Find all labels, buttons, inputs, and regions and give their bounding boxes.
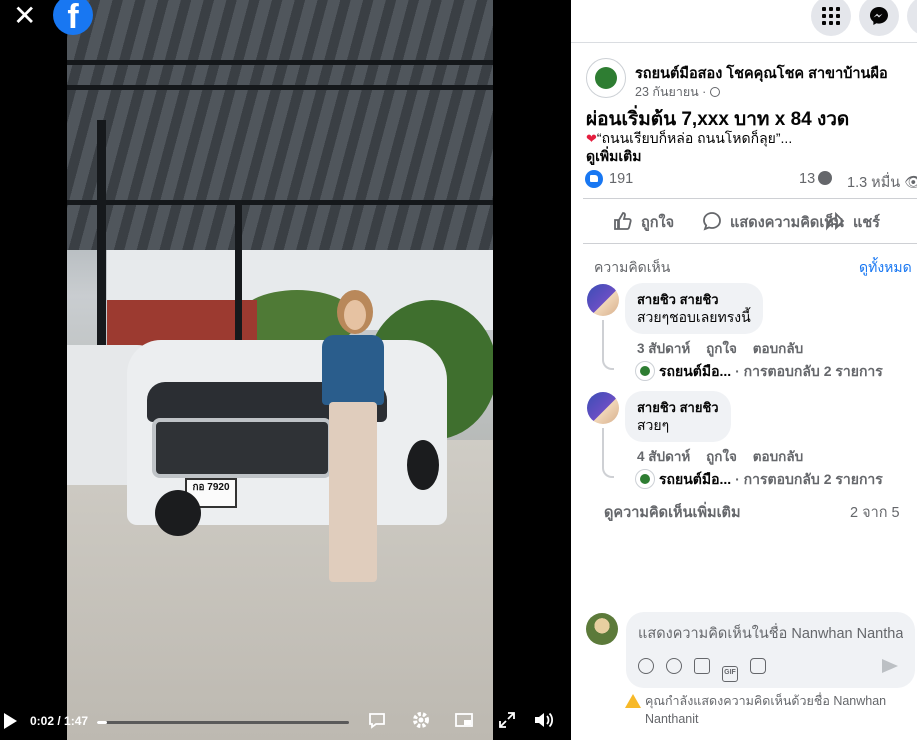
video-frame[interactable]: กอ 7920 (67, 0, 493, 740)
emoji-icon[interactable] (666, 658, 682, 674)
comment-count[interactable]: 13 (799, 171, 833, 187)
comments-count-indicator: 2 จาก 5 (850, 505, 900, 521)
globe-icon (710, 87, 721, 97)
comment-bubble-icon (818, 171, 833, 185)
view-count-text: 1.3 หมื่น (847, 175, 901, 191)
heart-icon: ❤ (586, 131, 597, 146)
video-time: 0:02 / 1:47 (30, 714, 89, 728)
sticker-icon[interactable] (750, 658, 766, 674)
comment-input[interactable]: แสดงความคิดเห็นในชื่อ Nanwhan Nanthanit (638, 622, 903, 645)
comment-composer[interactable]: แสดงความคิดเห็นในชื่อ Nanwhan Nanthanit … (626, 612, 915, 688)
reply-avatar (635, 361, 655, 381)
comment-time[interactable]: 3 สัปดาห์ (637, 341, 690, 356)
post-stats: 191 13 1.3 หมื่น 👁 (585, 170, 917, 191)
comment-like-button[interactable]: ถูกใจ (706, 341, 737, 356)
video-truck-grille (152, 418, 332, 478)
pip-icon[interactable] (453, 710, 475, 732)
video-wheel (155, 490, 201, 536)
video-presenter (317, 290, 387, 590)
reply-summary[interactable]: รถยนต์มือ... · การตอบกลับ 2 รายการ (635, 469, 883, 491)
reply-count: · การตอบกลับ 2 รายการ (735, 363, 883, 379)
video-post (235, 200, 242, 350)
reply-summary[interactable]: รถยนต์มือ... · การตอบกลับ 2 รายการ (635, 361, 883, 383)
gif-icon[interactable]: GIF (722, 666, 738, 682)
reply-author: รถยนต์มือ... (659, 363, 732, 379)
reply-author: รถยนต์มือ... (659, 471, 732, 487)
like-count[interactable]: 191 (609, 171, 633, 187)
post-header: รถยนต์มือสอง โชคคุณโชค สาขาบ้านผือ 23 กั… (586, 58, 917, 100)
notifications-icon[interactable] (907, 0, 917, 36)
post-date-text: 23 กันยายน · (635, 85, 707, 99)
video-controls: 0:02 / 1:47 (0, 700, 571, 740)
commenter-avatar[interactable] (587, 392, 619, 424)
thread-line (602, 320, 614, 370)
see-more-link[interactable]: ดูเพิ่มเติม (586, 146, 641, 168)
share-button[interactable]: แชร์ (825, 211, 880, 234)
comment-text: สวยๆชอบเลยทรงนี้ (637, 309, 751, 325)
like-button[interactable]: ถูกใจ (613, 211, 674, 234)
comment-reply-button[interactable]: ตอบกลับ (753, 449, 803, 464)
post-subtitle-text: “ถนนเรียบก็หล่อ ถนนโหดก็ลุย”... (596, 130, 793, 146)
video-truss (67, 60, 493, 90)
post-actions: ถูกใจ แสดงความคิดเห็น แชร์ (583, 198, 917, 244)
facebook-video-viewer: กอ 7920 ✕ f 0:02 / 1:47 รถยนต์มือสอง โชค… (0, 0, 917, 740)
reply-avatar (635, 469, 655, 489)
comment-author[interactable]: สายชิว สายชิว (637, 399, 719, 416)
see-all-link[interactable]: ดูทั้งหมด (859, 257, 912, 279)
commenter-avatar[interactable] (587, 284, 619, 316)
video-truss (67, 200, 493, 220)
view-count: 1.3 หมื่น 👁 (847, 171, 917, 194)
comment-count-text: 13 (799, 171, 816, 187)
notice-text: คุณกำลังแสดงความคิดเห็นด้วยชื่อ Nanwhan … (645, 694, 887, 726)
captions-icon[interactable] (366, 710, 388, 732)
comment-author[interactable]: สายชิว สายชิว (637, 291, 751, 308)
page-avatar[interactable] (586, 58, 626, 98)
close-icon[interactable]: ✕ (13, 2, 37, 30)
top-bar (571, 0, 917, 43)
share-button-label: แชร์ (853, 215, 880, 231)
video-progress-bar[interactable] (97, 721, 349, 724)
send-icon[interactable] (882, 659, 898, 673)
video-post (97, 120, 106, 380)
comment-reply-button[interactable]: ตอบกลับ (753, 341, 803, 356)
volume-icon[interactable] (533, 710, 555, 732)
presenter-shirt (322, 335, 384, 405)
video-progress-fill (97, 721, 108, 724)
comments-heading: ความคิดเห็น (594, 259, 671, 275)
video-wheel (407, 440, 439, 490)
user-avatar[interactable] (586, 613, 618, 645)
comment-button[interactable]: แสดงความคิดเห็น (702, 211, 844, 234)
messenger-icon[interactable] (859, 0, 899, 36)
like-reaction-icon[interactable] (585, 170, 603, 188)
camera-icon[interactable] (694, 658, 710, 674)
comment-like-button[interactable]: ถูกใจ (706, 449, 737, 464)
more-comments-link[interactable]: ดูความคิดเห็นเพิ่มเติม (604, 501, 741, 524)
avatar-sticker-icon[interactable] (638, 658, 654, 674)
composer-tools: GIF (638, 658, 778, 682)
comment-text: สวยๆ (637, 417, 670, 433)
post-panel: รถยนต์มือสอง โชคคุณโชค สาขาบ้านผือ 23 กั… (571, 0, 917, 740)
presenter-pants (329, 402, 377, 582)
comment-meta: 3 สัปดาห์ ถูกใจ ตอบกลับ (637, 337, 815, 359)
fullscreen-icon[interactable] (496, 710, 518, 732)
settings-icon[interactable] (410, 710, 432, 732)
reply-count: · การตอบกลับ 2 รายการ (735, 471, 883, 487)
play-icon[interactable] (4, 713, 17, 729)
comment-bubble: สายชิว สายชิว สวยๆชอบเลยทรงนี้ (625, 283, 763, 334)
post-date[interactable]: 23 กันยายน · (635, 82, 721, 102)
video-player[interactable]: กอ 7920 ✕ f 0:02 / 1:47 (0, 0, 571, 740)
comment-meta: 4 สัปดาห์ ถูกใจ ตอบกลับ (637, 445, 815, 467)
eye-icon: 👁 (904, 175, 917, 191)
like-button-label: ถูกใจ (641, 215, 675, 231)
comment-time[interactable]: 4 สัปดาห์ (637, 449, 690, 464)
menu-grid-icon[interactable] (811, 0, 851, 36)
thread-line (602, 428, 614, 478)
comment-bubble: สายชิว สายชิว สวยๆ (625, 391, 731, 442)
presenter-face (344, 300, 366, 330)
warning-icon (625, 694, 641, 708)
